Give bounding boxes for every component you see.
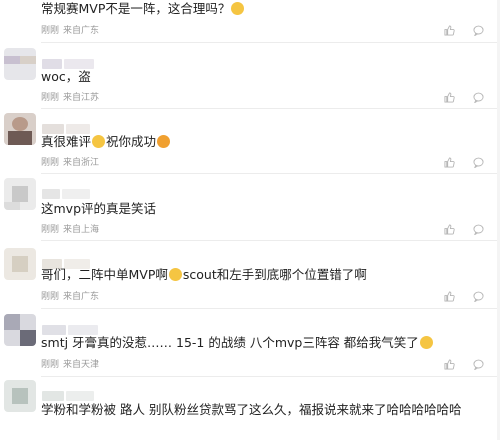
thumbs-up-icon[interactable] [444, 21, 455, 36]
thumbs-up-icon[interactable] [444, 355, 455, 370]
avatar[interactable] [4, 380, 36, 412]
comment-text: woc，盗 [41, 69, 91, 84]
thumbs-up-icon[interactable] [444, 287, 455, 302]
comment-meta: 刚刚 来自江苏 [41, 90, 99, 103]
avatar[interactable] [4, 248, 36, 280]
emoji-icon [168, 268, 182, 281]
comment-bubble-icon[interactable] [473, 220, 484, 236]
divider [41, 173, 500, 174]
comment-location: 来自上海 [63, 225, 100, 235]
comment-actions [444, 88, 484, 104]
comment-time: 刚刚 [41, 225, 60, 235]
username[interactable] [42, 386, 122, 401]
emoji-icon [92, 135, 106, 148]
username[interactable] [42, 54, 122, 69]
comment-meta: 刚刚 来自上海 [41, 222, 99, 235]
comment-meta: 刚刚 来自浙江 [41, 155, 99, 168]
thumbs-up-icon[interactable] [444, 88, 455, 103]
comment-time: 刚刚 [41, 292, 60, 302]
emoji-icon [157, 135, 171, 148]
username[interactable] [42, 184, 122, 199]
comment-time: 刚刚 [41, 26, 60, 36]
emoji-icon [419, 336, 433, 349]
comment-bubble-icon[interactable] [473, 287, 484, 303]
comment-text: 学粉和学粉被 路人 别队粉丝贷款骂了这么久，福报说来就来了哈哈哈哈哈哈 [41, 402, 462, 417]
comment-text: 真很难评 祝你成功 [41, 133, 171, 151]
comment-meta: 刚刚 来自广东 [41, 289, 99, 302]
comment-meta: 刚刚 来自广东 [41, 23, 99, 36]
divider [41, 42, 500, 43]
username[interactable] [42, 320, 122, 335]
comment-actions [444, 21, 484, 37]
divider [41, 240, 500, 241]
comment-location: 来自江苏 [63, 93, 100, 103]
comment-time: 刚刚 [41, 158, 60, 168]
comment-bubble-icon[interactable] [473, 153, 484, 169]
divider [41, 376, 500, 377]
comment-text: 这mvp评的真是笑话 [41, 201, 157, 216]
username[interactable] [42, 119, 122, 134]
comment-text: 常规赛MVP不是一阵，这合理吗？ [41, 0, 245, 18]
avatar[interactable] [4, 113, 36, 145]
divider [41, 308, 500, 309]
comment-bubble-icon[interactable] [473, 88, 484, 104]
comment-time: 刚刚 [41, 93, 60, 103]
comment-actions [444, 355, 484, 371]
thumbs-up-icon[interactable] [444, 220, 455, 235]
avatar[interactable] [4, 48, 36, 80]
avatar[interactable] [4, 314, 36, 346]
comment-actions [444, 287, 484, 303]
comment-location: 来自浙江 [63, 158, 100, 168]
comment-bubble-icon[interactable] [473, 21, 484, 37]
thumbs-up-icon[interactable] [444, 153, 455, 168]
emoji-icon [231, 2, 245, 15]
username[interactable] [42, 254, 122, 269]
comment-text: smtj 牙膏真的没惹…… 15-1 的战绩 八个mvp三阵容 都给我气笑了 [41, 334, 434, 352]
avatar[interactable] [4, 178, 36, 210]
comment-location: 来自广东 [63, 292, 100, 302]
comment-time: 刚刚 [41, 360, 60, 370]
comment-actions [444, 220, 484, 236]
comment-location: 来自广东 [63, 26, 100, 36]
comment-actions [444, 153, 484, 169]
comment-location: 来自天津 [63, 360, 100, 370]
divider [41, 108, 500, 109]
comment-text: 哥们，二阵中单MVP啊 scout和左手到底哪个位置错了啊 [41, 267, 367, 282]
comment-meta: 刚刚 来自天津 [41, 357, 99, 370]
comment-bubble-icon[interactable] [473, 355, 484, 371]
